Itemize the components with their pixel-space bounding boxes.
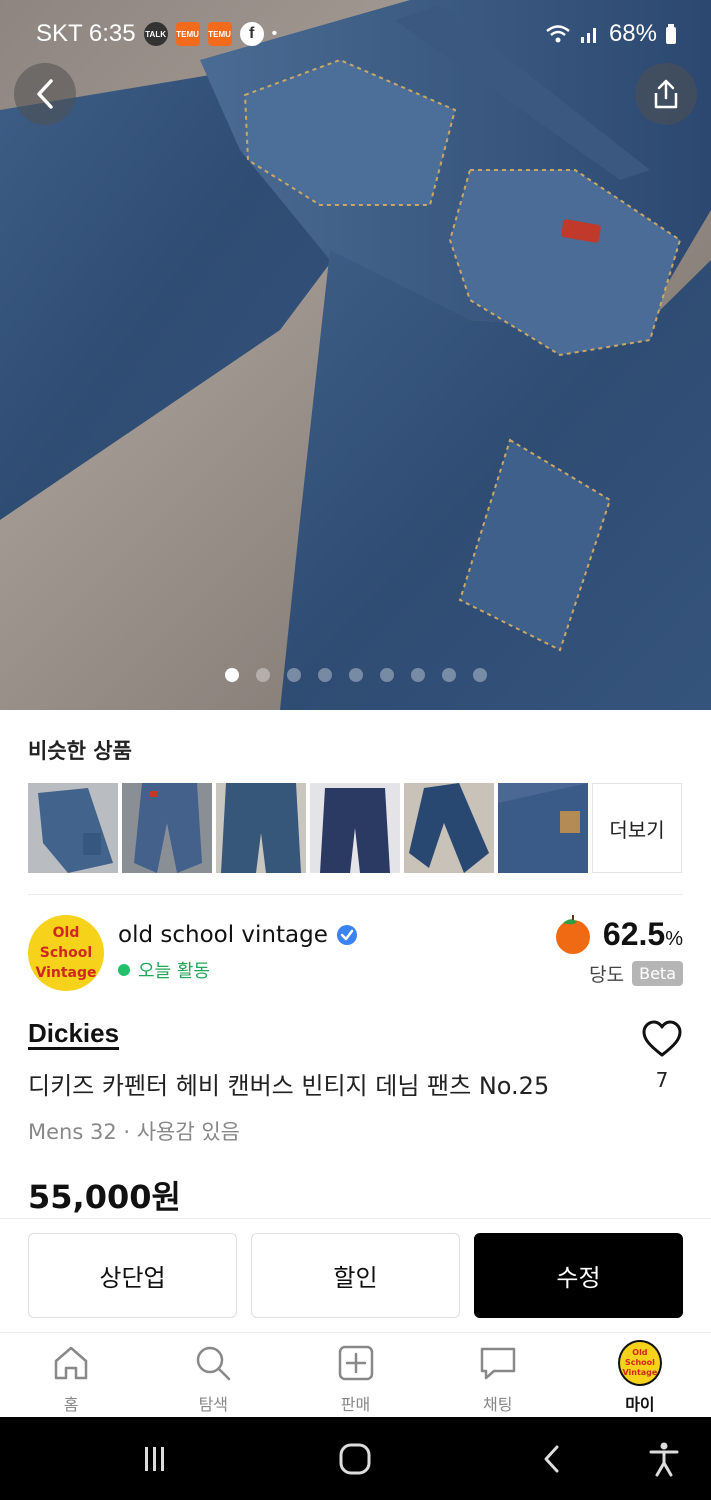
avatar-text-line: Vintage: [622, 1368, 658, 1377]
carousel-dot[interactable]: [472, 668, 487, 682]
notification-dot-icon: •: [271, 25, 278, 42]
system-back-button[interactable]: [530, 1437, 574, 1481]
persimmon-icon: [555, 915, 590, 954]
carousel-indicator: [0, 668, 711, 682]
similar-product-thumb[interactable]: [404, 783, 494, 873]
home-icon: [54, 1346, 88, 1380]
nav-my[interactable]: Old School Vintage 마이: [569, 1333, 711, 1417]
carousel-dot[interactable]: [224, 668, 239, 682]
sweetness-unit: %: [665, 927, 683, 950]
nav-home-label: 홈: [63, 1395, 79, 1414]
nav-chat[interactable]: 채팅: [427, 1333, 569, 1417]
seller-activity: 오늘 활동: [118, 957, 210, 983]
avatar-text-line: Old: [52, 925, 80, 941]
carousel-dot[interactable]: [441, 668, 456, 682]
edit-button[interactable]: 수정: [474, 1233, 683, 1318]
product-title: 디키즈 카펜터 헤비 캔버스 빈티지 데님 팬츠 No.25: [28, 1072, 550, 1100]
carousel-dot[interactable]: [379, 668, 394, 682]
brand-link[interactable]: Dickies: [28, 1018, 119, 1049]
bump-button[interactable]: 상단업: [28, 1233, 237, 1318]
heart-icon: [642, 1020, 682, 1057]
talk-icon: TALK: [143, 22, 168, 46]
sweetness-score[interactable]: 62.5% 당도 Beta: [551, 912, 683, 987]
product-image-carousel[interactable]: SKT 6:35 TALK TEMU TEMU f • 68%: [0, 0, 711, 710]
chat-icon: [480, 1347, 515, 1380]
like-button[interactable]: 7: [641, 1020, 683, 1092]
divider: [0, 1218, 711, 1219]
divider: [28, 894, 683, 895]
beta-badge: Beta: [632, 961, 683, 986]
active-status-dot-icon: [118, 964, 130, 976]
seller-activity-label: 오늘 활동: [138, 961, 210, 982]
carousel-dot[interactable]: [348, 668, 363, 682]
product-photo: [0, 0, 711, 710]
search-icon: [197, 1346, 231, 1381]
home-system-button[interactable]: [333, 1437, 377, 1481]
sweetness-label: 당도: [589, 964, 625, 986]
signal-icon: [580, 28, 596, 43]
recent-apps-button[interactable]: [133, 1437, 177, 1481]
nav-my-label: 마이: [625, 1395, 655, 1414]
similar-product-thumb[interactable]: [310, 783, 400, 873]
product-meta: Mens 32 · 사용감 있음: [28, 1120, 240, 1144]
carousel-dot[interactable]: [286, 668, 301, 682]
temu-icon: TEMU: [175, 22, 200, 46]
seller-avatar[interactable]: Old School Vintage: [28, 915, 104, 991]
similar-product-thumb[interactable]: [122, 783, 212, 873]
accessibility-icon: [649, 1442, 679, 1477]
profile-avatar: Old School Vintage: [617, 1340, 662, 1386]
nav-sell-label: 판매: [340, 1395, 371, 1414]
chevron-left-icon: [544, 1445, 559, 1473]
accessibility-button[interactable]: [642, 1437, 686, 1481]
nav-chat-label: 채팅: [482, 1395, 513, 1414]
carrier-time: SKT 6:35: [36, 20, 136, 47]
like-count: 7: [655, 1068, 669, 1092]
recent-apps-icon: [145, 1447, 164, 1471]
home-circle-icon: [339, 1443, 371, 1475]
similar-products-list: 더보기: [28, 783, 682, 873]
chevron-left-icon: [37, 79, 53, 109]
share-icon: [654, 79, 678, 109]
wifi-icon: [546, 25, 570, 43]
status-bar: SKT 6:35 TALK TEMU TEMU f • 68%: [0, 0, 711, 68]
similar-products-title: 비슷한 상품: [28, 739, 132, 763]
battery-percent: 68%: [608, 20, 657, 47]
product-price: 55,000원: [28, 1178, 181, 1216]
carousel-dot[interactable]: [255, 668, 270, 682]
seller-actions: 상단업 할인 수정: [28, 1233, 683, 1318]
nav-search-label: 탐색: [198, 1395, 229, 1414]
avatar-text-line: Vintage: [35, 965, 97, 981]
battery-icon: [666, 24, 676, 44]
sweetness-value: 62.5: [602, 915, 666, 952]
nav-sell[interactable]: 판매: [284, 1333, 426, 1417]
facebook-icon: f: [239, 22, 264, 46]
back-button[interactable]: [14, 63, 76, 125]
carousel-dot[interactable]: [410, 668, 425, 682]
avatar-text-line: Old: [632, 1348, 648, 1357]
seller-name[interactable]: old school vintage: [118, 922, 328, 948]
discount-button[interactable]: 할인: [251, 1233, 460, 1318]
nav-home[interactable]: 홈: [0, 1333, 142, 1417]
temu-icon-2: TEMU: [207, 22, 232, 46]
system-navigation-bar: [0, 1417, 711, 1500]
similar-product-thumb[interactable]: [216, 783, 306, 873]
plus-square-icon: [338, 1345, 373, 1381]
similar-product-thumb[interactable]: [498, 783, 588, 873]
seller-name-row[interactable]: old school vintage: [118, 922, 358, 948]
bottom-nav: 홈 탐색 판매 채팅 Old School Vintage 마이: [0, 1333, 711, 1417]
similar-product-thumb[interactable]: [28, 783, 118, 873]
avatar-text-line: School: [624, 1358, 655, 1367]
share-button[interactable]: [635, 63, 697, 125]
avatar-text-line: School: [39, 945, 93, 961]
nav-search[interactable]: 탐색: [142, 1333, 284, 1417]
verified-badge-icon: [336, 925, 357, 945]
carousel-dot[interactable]: [317, 668, 332, 682]
more-similar-button[interactable]: 더보기: [592, 783, 682, 873]
